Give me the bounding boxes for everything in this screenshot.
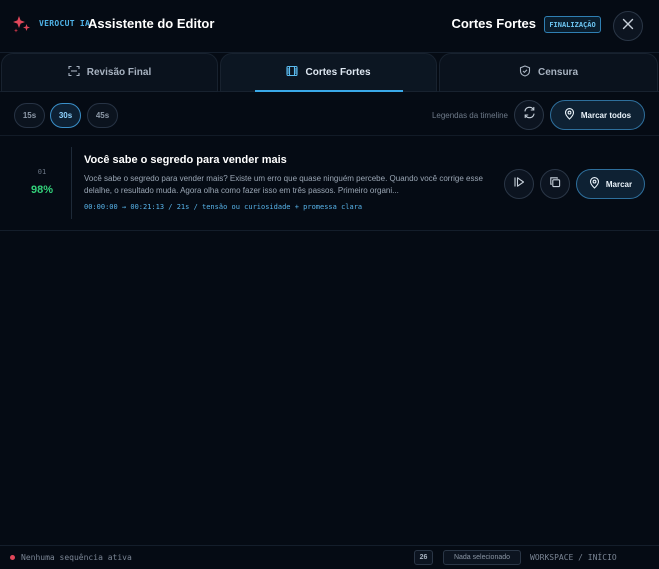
- clip-score: 98%: [30, 184, 54, 196]
- film-icon: [286, 65, 299, 80]
- tab-censura[interactable]: Censura: [439, 53, 658, 92]
- duration-45s-button[interactable]: 45s: [87, 103, 118, 128]
- close-button[interactable]: [613, 11, 643, 41]
- map-pin-icon: [564, 108, 575, 122]
- editor-assistant-window: VEROCUT IA Assistente do Editor Cortes F…: [0, 0, 659, 569]
- refresh-icon: [523, 106, 536, 124]
- tab-bar: Revisão Final Cortes Fortes Censura: [0, 52, 659, 92]
- sparkle-icon: [12, 14, 32, 34]
- count-badge: 26: [414, 550, 433, 565]
- duration-15s-button[interactable]: 15s: [14, 103, 45, 128]
- tab-label: Cortes Fortes: [305, 67, 371, 78]
- play-icon: [513, 175, 525, 193]
- play-clip-button[interactable]: [504, 169, 534, 199]
- mark-all-label: Marcar todos: [580, 110, 632, 120]
- mode-badge: FINALIZAÇÃO: [544, 16, 601, 33]
- active-tab-indicator: [255, 90, 403, 92]
- tab-label: Revisão Final: [86, 67, 152, 78]
- mode-title: Cortes Fortes: [451, 16, 536, 31]
- clip-row[interactable]: 01 98% Você sabe o segredo para vender m…: [0, 137, 659, 231]
- clip-index: 01: [37, 168, 47, 176]
- mark-all-button[interactable]: Marcar todos: [550, 100, 645, 130]
- page-title: Assistente do Editor: [88, 16, 215, 31]
- map-pin-icon: [589, 177, 600, 191]
- mark-clip-label: Marcar: [605, 179, 633, 189]
- clip-divider: [71, 147, 72, 219]
- duration-30s-button[interactable]: 30s: [50, 103, 81, 128]
- clip-title: Você sabe o segredo para vender mais: [84, 154, 287, 166]
- breadcrumb[interactable]: WORKSPACE / INÍCIO: [530, 553, 617, 562]
- selection-status: Nada selecionado: [443, 550, 521, 565]
- scan-icon: [68, 65, 80, 80]
- tab-revisao-final[interactable]: Revisão Final: [1, 53, 218, 92]
- copy-icon: [549, 175, 561, 193]
- refresh-button[interactable]: [514, 100, 544, 130]
- clip-meta: 00:00:00 → 00:21:13 / 21s / tensão ou cu…: [84, 203, 363, 211]
- close-icon: [622, 17, 634, 35]
- header: VEROCUT IA Assistente do Editor Cortes F…: [0, 0, 659, 50]
- tab-cortes-fortes[interactable]: Cortes Fortes: [220, 53, 437, 92]
- status-bar: Nenhuma sequência ativa 26 Nada selecion…: [0, 545, 659, 569]
- brand-tag: VEROCUT IA: [39, 19, 91, 28]
- clip-description: Você sabe o segredo para vender mais? Ex…: [84, 174, 483, 195]
- tab-label: Censura: [537, 67, 578, 78]
- status-dot: [10, 555, 15, 560]
- sequence-status: Nenhuma sequência ativa: [21, 553, 132, 562]
- copy-clip-button[interactable]: [540, 169, 570, 199]
- captions-label: Legendas da timeline: [431, 111, 508, 120]
- shield-icon: [519, 65, 531, 80]
- mark-clip-button[interactable]: Marcar: [576, 169, 645, 199]
